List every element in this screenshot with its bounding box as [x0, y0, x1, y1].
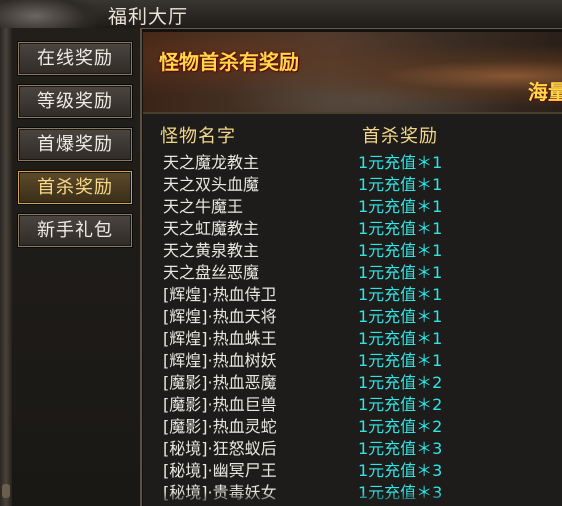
- banner-side-text: 海量: [528, 80, 562, 104]
- table-row: [魔影]·热血巨兽 1元充值＊2: [143, 390, 562, 414]
- table-row: 天之盘丝恶魔 1元充值＊1: [143, 258, 562, 282]
- tab-first-kill-reward[interactable]: 首杀奖励: [18, 171, 132, 204]
- table-row: [辉煌]·热血天将 1元充值＊1: [143, 302, 562, 326]
- table-row: 天之双头血魔 1元充值＊1: [143, 170, 562, 194]
- table-row: [辉煌]·热血侍卫 1元充值＊1: [143, 280, 562, 304]
- sidebar: 在线奖励 等级奖励 首爆奖励 首杀奖励 新手礼包: [12, 28, 142, 506]
- table-row: 天之虹魔教主 1元充值＊1: [143, 214, 562, 238]
- window-title-bar: 福利大厅: [0, 0, 562, 40]
- table-row: [辉煌]·热血树妖 1元充值＊1: [143, 346, 562, 370]
- header-first-kill-reward: 首杀奖励: [362, 126, 438, 147]
- banner-title: 怪物首杀有奖励: [159, 50, 299, 74]
- header-monster-name: 怪物名字: [160, 126, 236, 147]
- table-row: 天之黄泉教主 1元充值＊1: [143, 236, 562, 260]
- scroll-fade: [143, 492, 562, 506]
- table-row: [辉煌]·热血蛛王 1元充值＊1: [143, 324, 562, 348]
- left-frame-border: [0, 28, 12, 506]
- window-title: 福利大厅: [108, 6, 189, 28]
- table-row: 天之魔龙教主 1元充值＊1: [143, 148, 562, 172]
- table-rows: 天之魔龙教主 1元充值＊1 天之双头血魔 1元充值＊1 天之牛魔王 1元充值＊1 天之虹魔教…: [143, 148, 562, 502]
- tab-first-drop-reward[interactable]: 首爆奖励: [18, 128, 132, 161]
- table-row: [魔影]·热血灵蛇 1元充值＊2: [143, 412, 562, 436]
- table-row: [魔影]·热血恶魔 1元充值＊2: [143, 368, 562, 392]
- table-row: [秘境]·狂怒蚁后 1元充值＊3: [143, 434, 562, 458]
- tab-online-reward[interactable]: 在线奖励: [18, 42, 132, 75]
- table-row: 天之牛魔王 1元充值＊1: [143, 192, 562, 216]
- reward-table[interactable]: 怪物名字 首杀奖励 天之魔龙教主 1元充值＊1 天之双头血魔 1元充值＊1 天之牛魔王 1…: [143, 114, 562, 506]
- tab-level-reward[interactable]: 等级奖励: [18, 85, 132, 118]
- tab-newbie-gift[interactable]: 新手礼包: [18, 214, 132, 247]
- table-row: [秘境]·幽冥尸王 1元充值＊3: [143, 456, 562, 480]
- banner: 怪物首杀有奖励 海量: [143, 32, 562, 112]
